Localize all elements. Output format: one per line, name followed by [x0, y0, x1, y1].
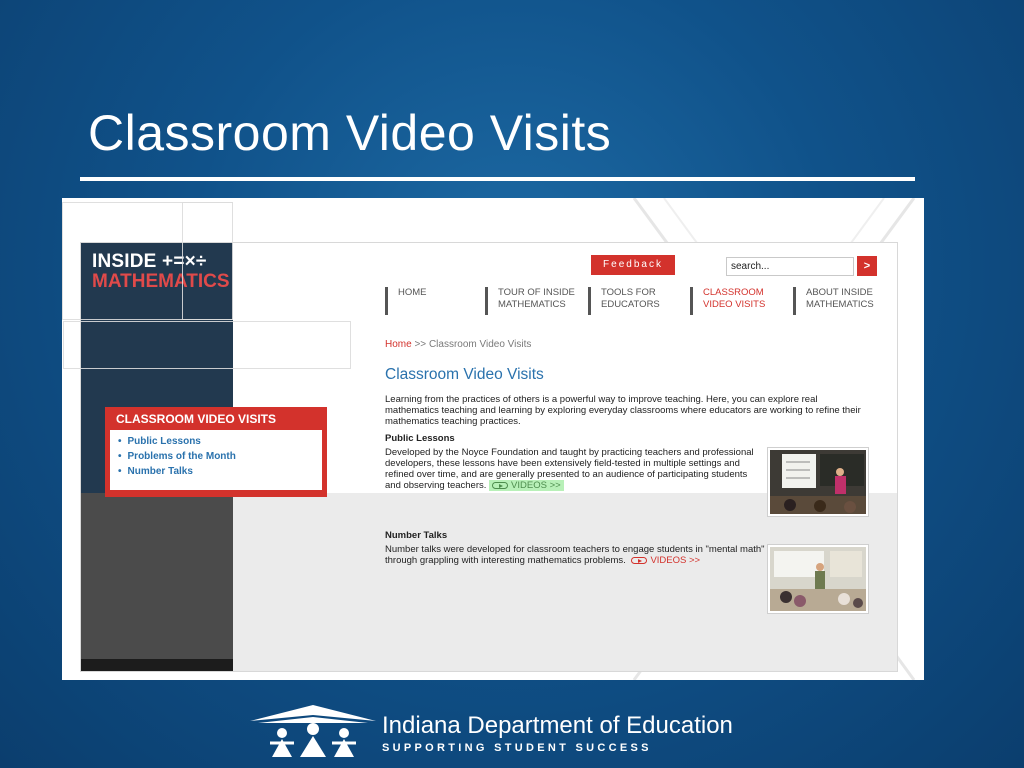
play-icon	[631, 556, 648, 564]
nav-tour-of-inside-mathematics[interactable]: TOUR OF INSIDE MATHEMATICS	[485, 287, 585, 315]
doe-tagline: SUPPORTING STUDENT SUCCESS	[382, 742, 652, 754]
intro-text: Learning from the practices of others is…	[385, 394, 861, 427]
page-title: Classroom Video Visits	[385, 366, 544, 383]
nav-label-line1: TOOLS FOR	[601, 287, 656, 298]
callout-item-public-lessons[interactable]: Public Lessons	[118, 434, 314, 449]
doe-organization-name: Indiana Department of Education	[382, 712, 733, 739]
section-heading-public-lessons: Public Lessons	[385, 433, 455, 444]
nav-home[interactable]: HOME	[385, 287, 485, 315]
videos-link-label: VIDEOS >>	[511, 480, 561, 491]
breadcrumb-home-link[interactable]: Home	[385, 339, 412, 350]
nav-label-line2: VIDEO VISITS	[703, 299, 766, 310]
section-heading-number-talks: Number Talks	[385, 530, 448, 541]
classroom-board-image	[770, 450, 866, 514]
number-talks-videos-link[interactable]: VIDEOS >>	[628, 555, 703, 566]
public-lessons-videos-link[interactable]: VIDEOS >>	[489, 480, 564, 491]
breadcrumb-separator: >>	[414, 339, 427, 350]
feedback-button[interactable]: Feedback	[591, 255, 675, 275]
section-body-number-talks: Number talks were developed for classroo…	[385, 544, 765, 566]
nav-label-line1: ABOUT INSIDE	[806, 287, 873, 298]
nav-label-line1: HOME	[398, 287, 427, 298]
slide-title: Classroom Video Visits	[88, 105, 612, 161]
section-text: Developed by the Noyce Foundation and ta…	[385, 447, 754, 491]
indiana-doe-logo-icon	[250, 705, 376, 757]
breadcrumb-current: Classroom Video Visits	[428, 339, 532, 350]
classroom-teacher-image	[770, 547, 866, 611]
callout-item-problems-of-the-month[interactable]: Problems of the Month	[118, 449, 314, 464]
breadcrumb: Home >> Classroom Video Visits	[385, 339, 531, 350]
nav-label-line2: MATHEMATICS	[806, 299, 874, 310]
search-go-button[interactable]: >	[857, 256, 877, 276]
nav-label-line1: TOUR OF INSIDE	[498, 287, 575, 298]
search-input[interactable]	[726, 257, 854, 276]
callout-item-number-talks[interactable]: Number Talks	[118, 464, 314, 479]
section-body-public-lessons: Developed by the Noyce Foundation and ta…	[385, 447, 755, 491]
callout-body: Public Lessons Problems of the Month Num…	[110, 430, 322, 490]
nav-classroom-video-visits[interactable]: CLASSROOM VIDEO VISITS	[690, 287, 790, 315]
classroom-video-visits-callout: CLASSROOM VIDEO VISITS Public Lessons Pr…	[105, 407, 327, 497]
site-logo-line1[interactable]: INSIDE +=×÷	[92, 251, 207, 273]
sidebar-lower-panel	[81, 493, 233, 659]
callout-list: Public Lessons Problems of the Month Num…	[118, 434, 314, 479]
nav-tools-for-educators[interactable]: TOOLS FOR EDUCATORS	[588, 287, 688, 315]
nav-about-inside-mathematics[interactable]: ABOUT INSIDE MATHEMATICS	[793, 287, 893, 315]
sidebar-bottom-strip	[81, 659, 233, 671]
site-logo-line2[interactable]: MATHEMATICS	[92, 271, 230, 293]
callout-title: CLASSROOM VIDEO VISITS	[116, 412, 277, 426]
number-talks-thumbnail[interactable]	[767, 544, 869, 614]
section-text: Number talks were developed for classroo…	[385, 544, 765, 566]
public-lessons-thumbnail[interactable]	[767, 447, 869, 517]
nav-label-line1: CLASSROOM	[703, 287, 764, 298]
title-divider	[80, 177, 915, 181]
play-icon	[492, 481, 509, 489]
nav-label-line2: EDUCATORS	[601, 299, 660, 310]
nav-label-line2: MATHEMATICS	[498, 299, 566, 310]
videos-link-label: VIDEOS >>	[650, 555, 701, 566]
